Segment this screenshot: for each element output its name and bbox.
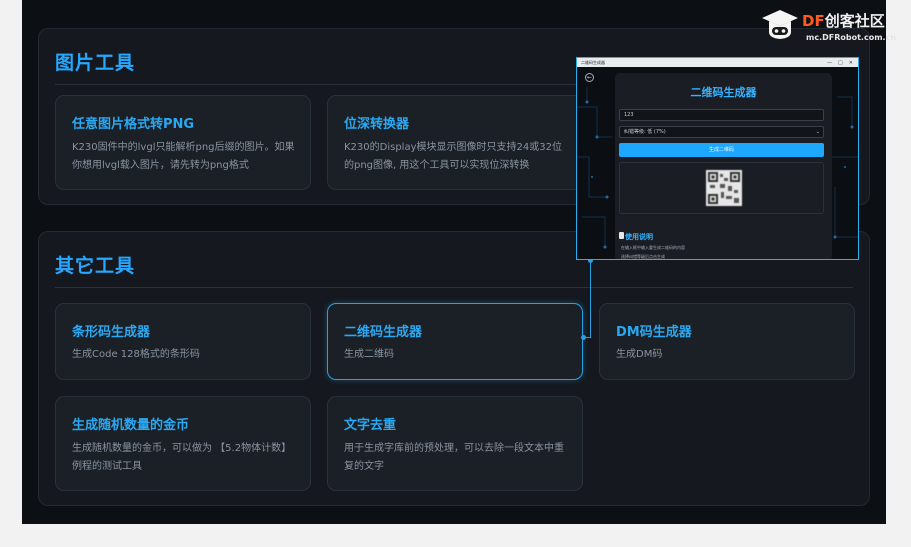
- section-title: 其它工具: [55, 255, 136, 277]
- app-stage: 图片工具 任意图片格式转PNG K230固件中的lvgl只能解析png后缀的图片…: [22, 0, 886, 524]
- back-arrow-icon[interactable]: ←: [585, 73, 594, 82]
- card-title: 二维码生成器: [344, 325, 423, 340]
- card-description: 生成二维码: [344, 349, 394, 360]
- divider: [55, 287, 853, 288]
- card-description: 生成随机数量的金币，可以做为 【5.2物体计数】例程的测试工具: [72, 443, 292, 472]
- logo-url: mc.DFRobot.com.cn: [806, 33, 897, 42]
- card-description: 生成Code 128格式的条形码: [72, 349, 200, 360]
- window-title: 二维码生成器: [581, 59, 605, 65]
- logo-df: DF: [802, 12, 825, 30]
- logo-name: 创客社区: [824, 12, 885, 30]
- card-title: 文字去重: [344, 418, 397, 433]
- qrcode-image: [706, 170, 742, 206]
- close-button[interactable]: ✕: [849, 60, 853, 66]
- logo-text: DF创客社区: [802, 10, 885, 31]
- help-item: 选择纠错等级后点击生成: [621, 254, 665, 259]
- content-input[interactable]: 123: [619, 109, 824, 121]
- tool-card-png-converter[interactable]: 任意图片格式转PNG K230固件中的lvgl只能解析png后缀的图片。如果你想…: [55, 95, 311, 190]
- window-controls: — □ ✕: [827, 60, 858, 66]
- maximize-button[interactable]: □: [838, 60, 843, 66]
- document-icon: [619, 232, 624, 239]
- tool-card-coin-generator[interactable]: 生成随机数量的金币 生成随机数量的金币，可以做为 【5.2物体计数】例程的测试工…: [55, 396, 311, 491]
- card-title: 位深转换器: [344, 117, 410, 132]
- card-title: 生成随机数量的金币: [72, 418, 190, 433]
- window-titlebar: 二维码生成器 — □ ✕: [577, 58, 858, 67]
- qrcode-panel: 二维码生成器 123 纠错等级: 低 (7%) ⌄ 生成二维码 使用说明 在输入…: [615, 73, 832, 259]
- help-title: 使用说明: [625, 233, 653, 241]
- callout-dot: [581, 335, 586, 340]
- tool-card-bitdepth-converter[interactable]: 位深转换器 K230的Display模块显示图像时只支持24或32位的png图像…: [327, 95, 583, 190]
- tool-card-dmcode[interactable]: DM码生成器 生成DM码: [599, 303, 855, 380]
- error-level-select[interactable]: 纠错等级: 低 (7%) ⌄: [619, 126, 824, 138]
- card-title: 条形码生成器: [72, 325, 151, 340]
- card-description: 用于生成字库前的预处理，可以去除一段文本中重复的文字: [344, 443, 564, 472]
- section-other-tools: 其它工具 条形码生成器 生成Code 128格式的条形码 二维码生成器 生成二维…: [38, 231, 870, 506]
- select-value: 纠错等级: 低 (7%): [624, 129, 666, 135]
- minimize-button[interactable]: —: [827, 60, 832, 66]
- callout-line: [590, 260, 591, 338]
- card-title: 任意图片格式转PNG: [72, 117, 195, 132]
- help-item: 在输入框中输入要生成二维码的内容: [621, 245, 685, 250]
- card-description: 生成DM码: [616, 349, 663, 360]
- tool-card-qrcode[interactable]: 二维码生成器 生成二维码: [327, 303, 583, 380]
- section-title: 图片工具: [55, 52, 136, 74]
- card-description: K230固件中的lvgl只能解析png后缀的图片。如果你想用lvgl载入图片，请…: [72, 142, 295, 171]
- qrcode-window: 二维码生成器 — □ ✕ ← 二维码生成器 123 纠错等级: 低 (7%) ⌄…: [576, 57, 859, 260]
- panel-title: 二维码生成器: [690, 86, 757, 99]
- robot-logo-icon: [762, 10, 798, 39]
- dropdown-arrow-icon: ⌄: [815, 129, 820, 135]
- dfrobot-logo: DF创客社区 mc.DFRobot.com.cn: [760, 6, 911, 48]
- tool-card-barcode[interactable]: 条形码生成器 生成Code 128格式的条形码: [55, 303, 311, 380]
- card-description: K230的Display模块显示图像时只支持24或32位的png图像, 用这个工…: [344, 142, 562, 171]
- generate-qrcode-button[interactable]: 生成二维码: [619, 143, 824, 157]
- qrcode-preview: [619, 162, 824, 214]
- tool-card-text-dedupe[interactable]: 文字去重 用于生成字库前的预处理，可以去除一段文本中重复的文字: [327, 396, 583, 491]
- card-title: DM码生成器: [616, 325, 692, 340]
